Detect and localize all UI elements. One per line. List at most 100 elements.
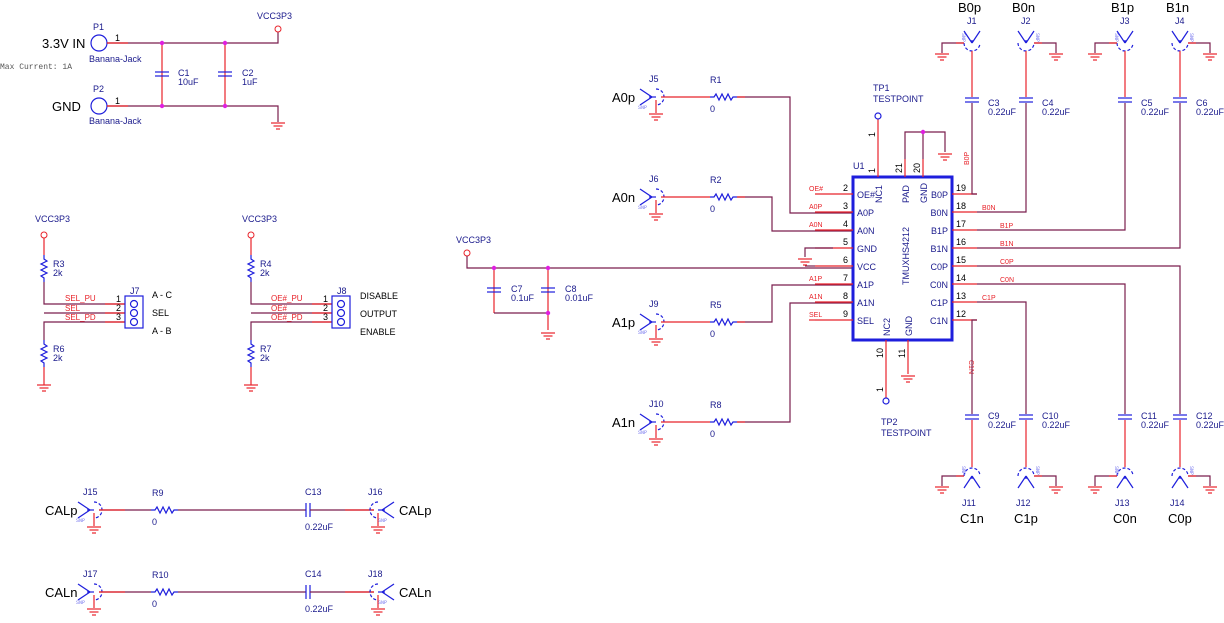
c1-value: 10uF [178,77,199,87]
sma-connector[interactable]: SNP [1087,30,1134,61]
capacitor[interactable] [1117,414,1133,420]
ic-u1[interactable]: U1 TMUXHS4212 2 OE# OE# 3 A0P A0P 4 A0N A0N 5 GND 6 VC… [797,83,977,438]
r3-value: 2k [53,268,63,278]
resistor[interactable] [709,193,738,201]
ground-icon [648,338,664,346]
connector-pin-icon [381,509,395,519]
decoupling-vcc-label: VCC3P3 [456,235,491,245]
sma-connector[interactable]: SNP [934,466,981,494]
b-output-ref: J4 [1175,16,1185,26]
ic-pin-name: SEL [857,316,874,326]
wire [977,283,1126,414]
p2-value: Banana-Jack [89,116,142,126]
banana-jack-p2[interactable] [90,97,108,115]
snp-label: SNP [1113,466,1119,475]
a-input-section: A0pSNPJ5 R10A0nSNPJ6 R20A1pSNPJ9 R50A1nSNPJ… [612,74,853,446]
resistor[interactable] [709,93,738,101]
connector-pin-icon [1124,30,1134,44]
a-input-r-value: 0 [710,429,715,439]
resistor[interactable] [709,418,738,426]
snp-label: SNP [76,518,85,524]
connector-pin-icon [1179,30,1189,44]
sma-connector[interactable]: SNP [369,583,395,616]
b-output-ref: J1 [967,16,977,26]
ground-icon [1048,486,1064,494]
sma-connector[interactable]: SNP [76,501,103,534]
capacitor[interactable] [1172,414,1188,420]
ground-icon [1087,53,1103,61]
ic-net-label: OE# [809,186,823,193]
ic-pin-name: B1N [930,244,948,254]
sma-connector[interactable]: SNP [1171,466,1218,494]
resistor-r4[interactable] [247,254,255,283]
connector-pin-icon [1025,475,1035,489]
connector-pin-icon [639,313,653,323]
b-output-ref: J2 [1021,16,1031,26]
ic-pin-name: C1N [930,316,948,326]
sma-connector[interactable]: SNP [1087,466,1134,494]
resistor-r7[interactable] [247,339,255,368]
connector-pin-icon [639,96,653,106]
connector-pin-icon [77,591,91,601]
testpoint-tp2[interactable] [882,397,890,405]
capacitor[interactable] [1117,97,1133,103]
capacitor[interactable] [964,414,980,420]
sma-connector[interactable]: SNP [369,501,395,534]
wire [941,475,964,486]
capacitor[interactable] [964,97,980,103]
net-label-b0n: B0N [982,205,996,212]
capacitor-n[interactable] [305,584,311,600]
j7-label-2: SEL [152,308,169,318]
ic-pin-number: 11 [897,349,907,358]
sma-connector[interactable]: SNP [1017,30,1064,61]
wire [904,131,946,159]
c-cap-value: 0.22uF [1196,420,1224,430]
snp-label: SNP [638,430,647,436]
sma-connector[interactable]: SNP [1017,466,1064,494]
sma-connector[interactable]: SNP [638,188,665,221]
b-cap-value: 0.22uF [1042,107,1071,117]
cal-n-in-label: CALn [45,585,78,600]
sma-connector[interactable]: SNP [1171,30,1218,61]
capacitor[interactable] [1018,97,1034,103]
ic-pin-name: A0N [857,226,875,236]
resistor-p[interactable] [150,506,179,514]
banana-jack-p1[interactable] [90,34,108,52]
vcc-port-icon [274,25,282,33]
sma-connector[interactable]: SNP [638,88,665,121]
snp-label: SNP [378,518,387,524]
capacitor-p[interactable] [305,502,311,518]
c-output-ref: J12 [1016,498,1031,508]
c8-value: 0.01uF [565,293,594,303]
capacitor[interactable] [1172,97,1188,103]
resistor-r6[interactable] [40,339,48,368]
ic-pin-name: OE# [857,190,875,200]
resistor-n[interactable] [150,588,179,596]
net-label-c1p: C1P [982,295,996,302]
tp1-value: TESTPOINT [873,94,924,104]
sma-connector[interactable]: SNP [638,313,665,346]
ic-pin-number: 12 [956,309,966,319]
ic-pin-number: 8 [843,291,848,301]
b-output-label: B1p [1111,0,1134,15]
ic-pin-number: 7 [843,273,848,283]
wire [977,265,1181,414]
p1-label: 3.3V IN [42,36,85,51]
p1-value: Banana-Jack [89,54,142,64]
sma-connector[interactable]: SNP [638,413,665,446]
ground-icon [370,526,386,534]
c-cap-value: 0.22uF [1141,420,1170,430]
sma-connector[interactable]: SNP [934,30,981,61]
wire [737,196,853,232]
testpoint-tp1[interactable] [874,112,882,120]
j7-label-3: A - B [152,326,172,336]
vcc-rail-label: VCC3P3 [257,11,292,21]
j8-ref: J8 [337,286,347,296]
resistor[interactable] [709,318,738,326]
resistor-r3[interactable] [40,254,48,283]
c2-value: 1uF [242,77,258,87]
sma-connector[interactable]: SNP [76,583,103,616]
capacitor[interactable] [1018,414,1034,420]
c-output-ref: J13 [1115,498,1130,508]
snp-label: SNP [1034,33,1040,42]
